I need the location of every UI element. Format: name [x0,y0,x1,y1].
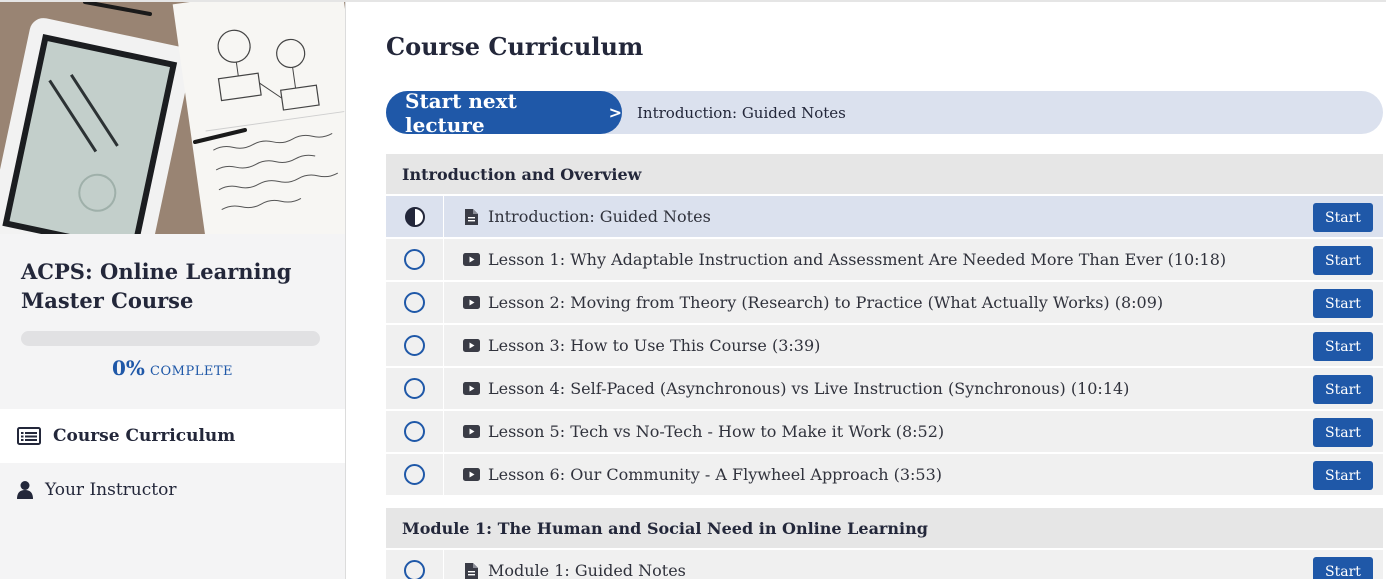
sidebar: ACPS: Online Learning Master Course 0% C… [0,2,346,579]
document-icon [462,562,480,579]
lecture-row[interactable]: Lesson 1: Why Adaptable Instruction and … [386,238,1383,280]
course-title: ACPS: Online Learning Master Course [21,259,292,313]
video-icon [462,252,480,268]
list-icon [16,426,42,446]
chevron-right-icon: > [608,103,622,122]
page-title: Course Curriculum [386,32,644,61]
lecture-title: Lesson 1: Why Adaptable Instruction and … [488,250,1227,269]
start-lecture-button[interactable]: Start [1313,246,1373,275]
start-next-lecture-label: Start next lecture [405,88,517,137]
lecture-status [386,282,444,323]
lecture-status [386,454,444,495]
lecture-status [386,239,444,280]
lecture-row[interactable]: Introduction: Guided Notes Start [386,195,1383,237]
start-lecture-button[interactable]: Start [1313,289,1373,318]
start-lecture-button[interactable]: Start [1313,332,1373,361]
empty-circle-icon [404,464,425,485]
empty-circle-icon [404,335,425,356]
start-lecture-button[interactable]: Start [1313,375,1373,404]
progress-label: COMPLETE [150,364,233,379]
video-icon [462,424,480,440]
empty-circle-icon [404,292,425,313]
lecture-title: Module 1: Guided Notes [488,561,686,579]
lecture-row[interactable]: Lesson 5: Tech vs No-Tech - How to Make … [386,410,1383,452]
section-header: Introduction and Overview [386,154,1383,194]
sidebar-item-label: Your Instructor [45,480,177,500]
start-lecture-button[interactable]: Start [1313,418,1373,447]
lecture-title: Lesson 3: How to Use This Course (3:39) [488,336,821,355]
lecture-status [386,325,444,366]
lecture-status [386,550,444,579]
course-progress-bar [21,331,320,346]
sidebar-item-course-curriculum[interactable]: Course Curriculum [0,409,345,463]
video-icon [462,338,480,354]
next-lecture-title[interactable]: Introduction: Guided Notes [637,91,846,134]
start-lecture-button[interactable]: Start [1313,461,1373,490]
lecture-title: Introduction: Guided Notes [488,207,711,226]
video-icon [462,467,480,483]
lecture-row[interactable]: Module 1: Guided Notes Start [386,549,1383,579]
section-header: Module 1: The Human and Social Need in O… [386,508,1383,548]
course-progress-text: 0% COMPLETE [0,356,345,380]
lecture-row[interactable]: Lesson 4: Self-Paced (Asynchronous) vs L… [386,367,1383,409]
video-icon [462,381,480,397]
empty-circle-icon [404,560,425,579]
lecture-status [386,196,444,237]
half-circle-icon [404,206,425,227]
next-lecture-bar: Start next lecture > Introduction: Guide… [386,88,1383,137]
lecture-title: Lesson 4: Self-Paced (Asynchronous) vs L… [488,379,1130,398]
lecture-title: Lesson 6: Our Community - A Flywheel App… [488,465,943,484]
empty-circle-icon [404,249,425,270]
lecture-status [386,368,444,409]
lecture-title: Lesson 2: Moving from Theory (Research) … [488,293,1164,312]
empty-circle-icon [404,421,425,442]
lecture-row[interactable]: Lesson 3: How to Use This Course (3:39) … [386,324,1383,366]
video-icon [462,295,480,311]
start-lecture-button[interactable]: Start [1313,203,1373,232]
lecture-status [386,411,444,452]
lecture-title: Lesson 5: Tech vs No-Tech - How to Make … [488,422,945,441]
sidebar-item-your-instructor[interactable]: Your Instructor [0,463,345,517]
start-lecture-button[interactable]: Start [1313,557,1373,579]
user-icon [12,480,38,500]
empty-circle-icon [404,378,425,399]
lecture-row[interactable]: Lesson 6: Our Community - A Flywheel App… [386,453,1383,495]
sidebar-item-label: Course Curriculum [53,426,236,446]
document-icon [462,208,480,225]
start-next-lecture-button[interactable]: Start next lecture > [386,88,622,137]
progress-percent: 0% [112,356,145,380]
lecture-row[interactable]: Lesson 2: Moving from Theory (Research) … [386,281,1383,323]
course-hero-image [0,2,345,234]
